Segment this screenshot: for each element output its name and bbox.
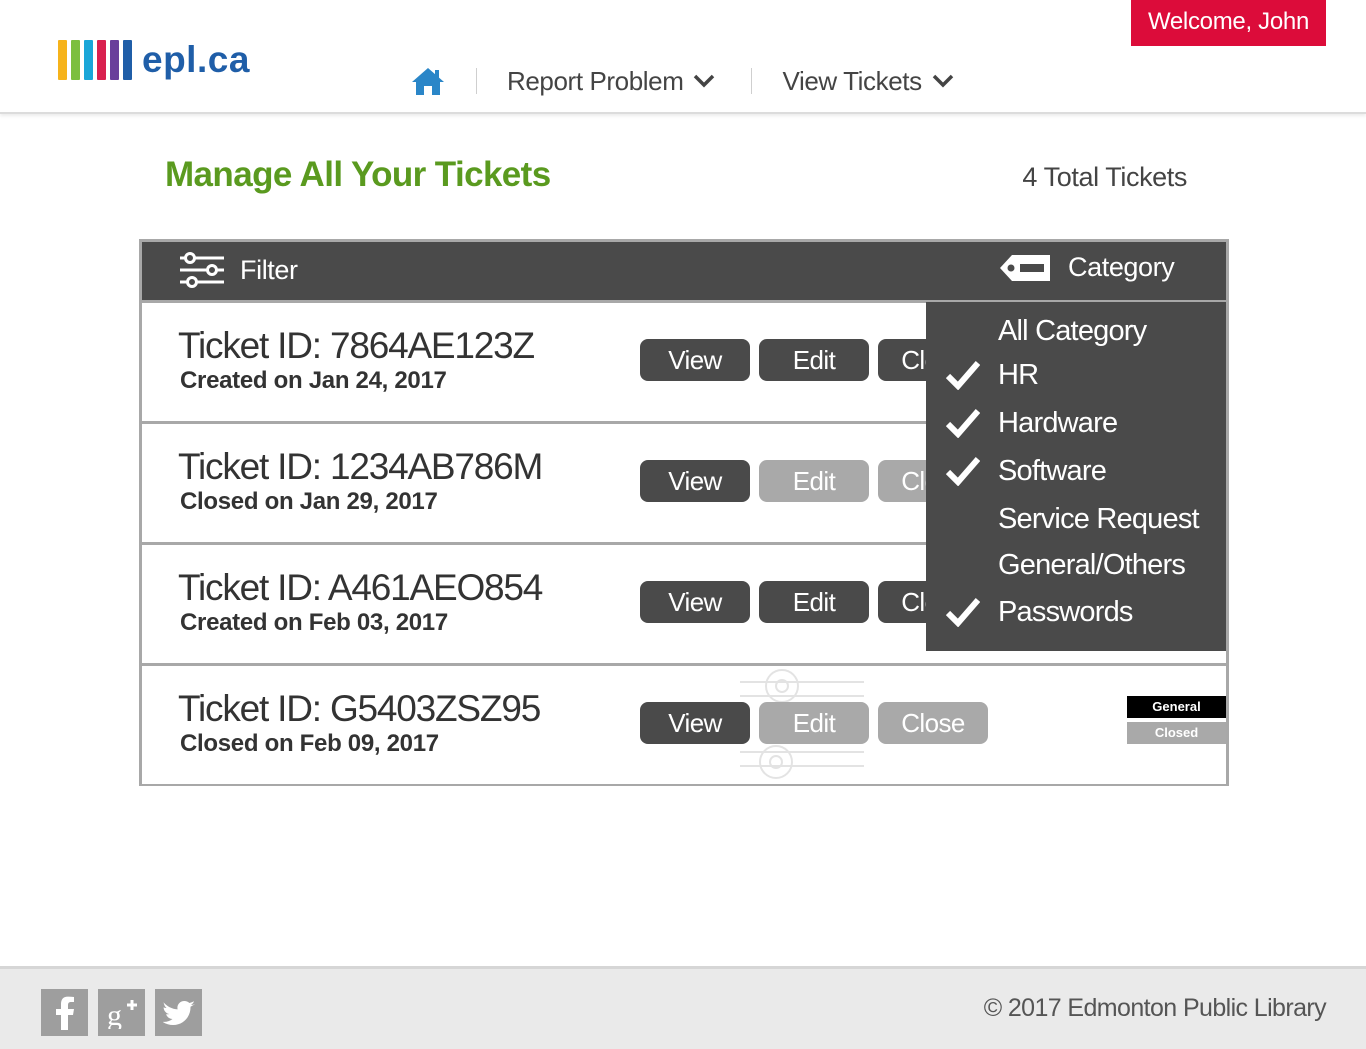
logo-bar: [71, 40, 80, 80]
welcome-user-button[interactable]: Welcome, John: [1131, 0, 1326, 46]
category-option-label: HR: [998, 359, 1039, 391]
ticket-date: Closed on Jan 29, 2017: [180, 488, 438, 515]
nav-divider: [751, 68, 753, 94]
category-option-all[interactable]: All Category: [926, 310, 1226, 354]
checkmark-icon: [946, 598, 980, 627]
logo-bar: [84, 40, 93, 80]
logo-bar: [97, 40, 106, 80]
home-link[interactable]: [408, 61, 448, 101]
facebook-icon: [55, 996, 74, 1030]
category-option-hr[interactable]: HR: [926, 354, 1226, 398]
logo-bar: [110, 40, 119, 80]
total-tickets-count: 4 Total Tickets: [1022, 162, 1187, 192]
category-option-service-request[interactable]: Service Request: [926, 498, 1226, 542]
category-label: Category: [1068, 252, 1175, 282]
ticket-row: Ticket ID: G5403ZSZ95 Closed on Feb 09, …: [142, 663, 1226, 784]
view-ticket-button[interactable]: View: [640, 460, 750, 502]
ticket-id: Ticket ID: 7864AE123Z: [178, 325, 535, 366]
category-option-label: Service Request: [998, 503, 1200, 535]
logo-text: epl.ca: [142, 39, 250, 80]
facebook-link[interactable]: [41, 989, 88, 1036]
ticket-id: Ticket ID: G5403ZSZ95: [178, 688, 541, 729]
category-option-label: General/Others: [998, 549, 1186, 581]
svg-text:g: g: [107, 999, 122, 1029]
view-tickets-menu[interactable]: View Tickets: [782, 66, 953, 97]
category-option-hardware[interactable]: Hardware: [926, 402, 1226, 446]
ticket-date: Closed on Feb 09, 2017: [180, 730, 439, 757]
filter-button[interactable]: Filter: [178, 252, 298, 288]
logo-bar: [123, 40, 132, 80]
category-option-label: Hardware: [998, 407, 1118, 439]
ticket-date: Created on Feb 03, 2017: [180, 609, 448, 636]
logo-bar: [58, 40, 67, 80]
category-option-passwords[interactable]: Passwords: [926, 591, 1226, 635]
report-problem-label: Report Problem: [507, 65, 684, 96]
filter-bar: Filter Category: [142, 242, 1226, 300]
category-option-label: All Category: [998, 315, 1147, 347]
view-ticket-button[interactable]: View: [640, 702, 750, 744]
view-ticket-button[interactable]: View: [640, 339, 750, 381]
filter-label: Filter: [240, 254, 298, 285]
checkmark-icon: [946, 409, 980, 438]
status-badge: Closed: [1127, 722, 1226, 744]
edit-ticket-button[interactable]: Edit: [759, 339, 869, 381]
ticket-badges: General Closed: [1127, 696, 1226, 744]
twitter-link[interactable]: [155, 989, 202, 1036]
edit-ticket-button[interactable]: Edit: [759, 581, 869, 623]
main-nav: Report Problem View Tickets: [408, 60, 954, 102]
twitter-icon: [162, 1000, 195, 1025]
report-problem-menu[interactable]: Report Problem: [507, 66, 715, 97]
view-ticket-button[interactable]: View: [640, 581, 750, 623]
nav-divider: [476, 68, 477, 94]
top-header: epl.ca Welcome, John Report Problem View…: [0, 0, 1366, 114]
ticket-id: Ticket ID: A461AEO854: [178, 567, 543, 608]
checkmark-icon: [946, 457, 980, 486]
checkmark-icon: [946, 361, 980, 390]
chevron-down-icon: [693, 70, 715, 92]
google-plus-icon: g: [107, 999, 137, 1029]
category-button[interactable]: Category: [998, 252, 1175, 283]
category-option-software[interactable]: Software: [926, 450, 1226, 494]
edit-ticket-button-disabled: Edit: [759, 460, 869, 502]
ticket-id: Ticket ID: 1234AB786M: [178, 446, 543, 487]
category-option-label: Passwords: [998, 596, 1133, 628]
page-title: Manage All Your Tickets: [165, 155, 551, 194]
copyright-text: © 2017 Edmonton Public Library: [983, 994, 1327, 1022]
epl-logo[interactable]: epl.ca: [58, 36, 250, 80]
close-ticket-button-disabled: Close: [878, 702, 988, 744]
tag-icon: [1000, 254, 1050, 281]
category-option-general-others[interactable]: General/Others: [926, 544, 1226, 588]
edit-ticket-button-disabled: Edit: [759, 702, 869, 744]
ticket-date: Created on Jan 24, 2017: [180, 367, 447, 394]
category-dropdown: All Category HR Hardware Software Servic…: [926, 302, 1226, 651]
page-footer: g © 2017 Edmonton Public Library: [0, 966, 1366, 1049]
sliders-icon: [180, 252, 224, 288]
category-option-label: Software: [998, 455, 1107, 487]
view-tickets-label: View Tickets: [782, 65, 922, 96]
logo-bars: [58, 40, 132, 80]
google-plus-link[interactable]: g: [98, 989, 145, 1036]
chevron-down-icon: [932, 70, 954, 92]
home-icon: [412, 68, 444, 95]
category-badge: General: [1127, 696, 1226, 718]
